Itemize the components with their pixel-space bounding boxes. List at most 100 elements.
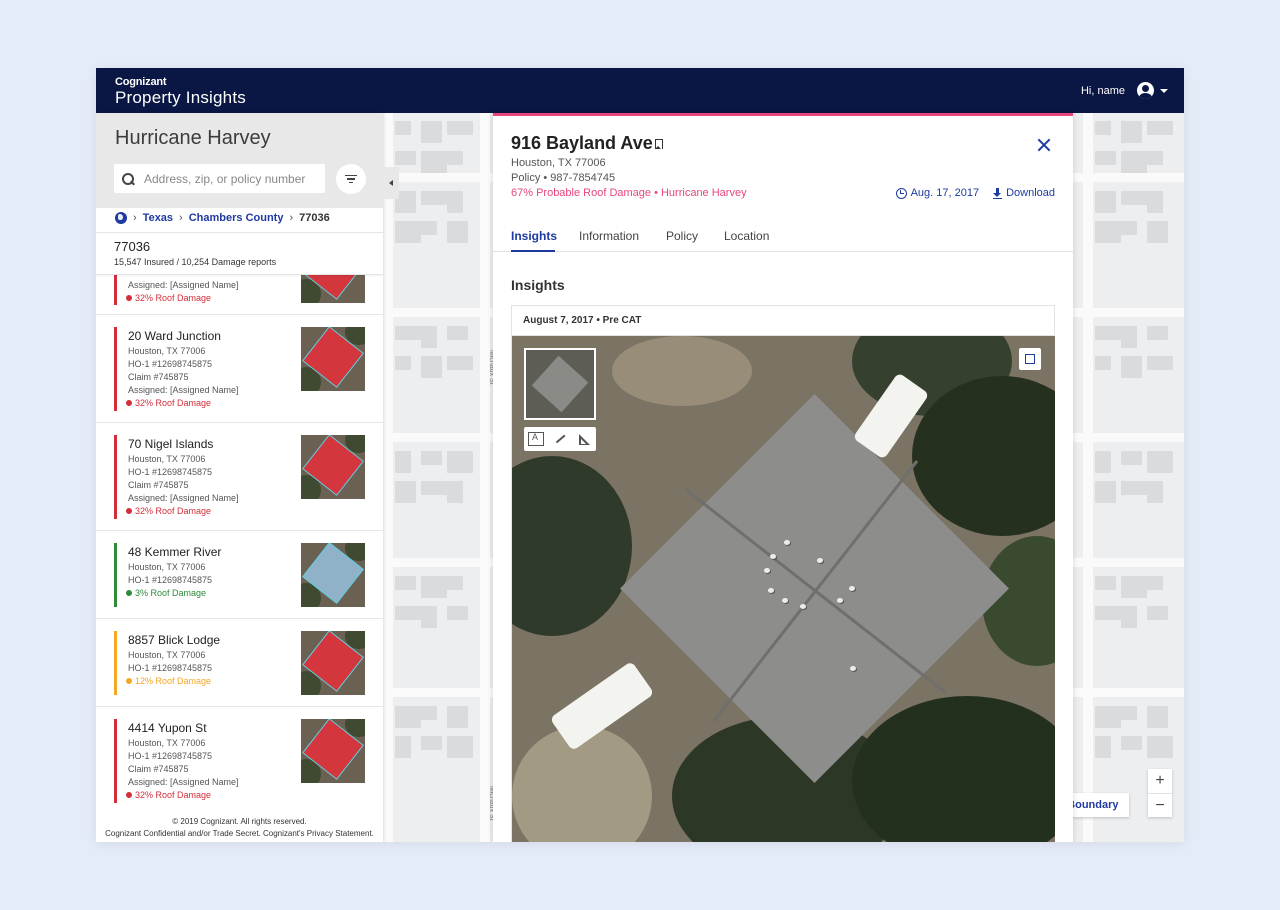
tab-information[interactable]: Information (579, 229, 639, 243)
building-footprint (1121, 576, 1147, 598)
damage-label: 32% Roof Damage (135, 293, 212, 303)
hail-mark (800, 604, 806, 609)
hail-mark (849, 586, 855, 591)
building-footprint (395, 451, 411, 473)
building-footprint (447, 706, 468, 728)
claim-card[interactable]: 8857 Blick Lodge Houston, TX 77006 HO-1 #1… (96, 619, 383, 707)
building-footprint (1121, 151, 1147, 173)
building-footprint (447, 736, 473, 758)
property-thumbnail[interactable] (301, 631, 365, 695)
download-button[interactable]: Download (993, 187, 1055, 199)
building-footprint (447, 221, 468, 243)
road (1083, 113, 1093, 842)
history-date-button[interactable]: Aug. 17, 2017 (895, 187, 979, 199)
claim-detail-line: Houston, TX 77006 (128, 650, 206, 660)
detail-actions: Aug. 17, 2017 Download (895, 187, 1055, 199)
damage-label: 12% Roof Damage (135, 676, 212, 686)
claim-detail-line: HO-1 #12698745875 (128, 467, 213, 477)
building-footprint (1121, 606, 1137, 628)
copyright-text: © 2019 Cognizant. All rights reserved. (172, 817, 307, 826)
building-footprint (1121, 736, 1142, 750)
zoom-in-button[interactable]: + (1148, 769, 1172, 793)
claim-address: 4414 Yupon St (128, 721, 207, 735)
claim-card[interactable]: 4414 Yupon St Houston, TX 77006 HO-1 #1269… (96, 707, 383, 815)
section-title: Insights (511, 277, 565, 293)
property-thumbnail[interactable] (301, 327, 365, 391)
active-tab-indicator (511, 250, 555, 252)
breadcrumb-county[interactable]: Chambers County (189, 212, 284, 224)
hail-mark (768, 588, 774, 593)
damage-label: 3% Roof Damage (135, 588, 207, 598)
legal-text[interactable]: Cognizant Confidential and/or Trade Secr… (96, 828, 383, 840)
claim-card[interactable]: 48 Kemmer River Houston, TX 77006 HO-1 #12… (96, 531, 383, 619)
zip-title: 77036 (114, 239, 151, 254)
hail-mark (782, 598, 788, 603)
status-dot-icon (126, 295, 132, 301)
building-footprint (447, 356, 473, 370)
building-footprint (395, 576, 416, 590)
status-bar (114, 327, 117, 411)
claim-detail-line: Houston, TX 77006 (128, 562, 206, 572)
damage-status: 32% Roof Damage (126, 790, 211, 800)
zoom-controls: + − (1148, 769, 1172, 817)
damage-status: 12% Roof Damage (126, 676, 211, 686)
breadcrumb-state[interactable]: Texas (143, 212, 173, 224)
download-label: Download (1006, 187, 1055, 199)
bookmark-icon[interactable] (655, 139, 663, 149)
close-icon[interactable] (1037, 138, 1051, 152)
building-footprint (395, 706, 421, 728)
tab-policy[interactable]: Policy (666, 229, 698, 243)
building-footprint (1095, 481, 1116, 503)
search-box[interactable] (114, 164, 325, 193)
line-tool-icon[interactable] (552, 432, 568, 446)
fullscreen-button[interactable] (1019, 348, 1041, 370)
building-footprint (1095, 706, 1121, 728)
claim-detail-line: HO-1 #12698745875 (128, 575, 213, 585)
hail-mark (784, 540, 790, 545)
building-footprint (447, 576, 463, 590)
filter-button[interactable] (336, 164, 366, 194)
download-icon-base (993, 197, 1003, 199)
tree-canopy (852, 696, 1055, 842)
claim-card[interactable]: 20 Ward Junction Houston, TX 77006 HO-1 #1… (96, 315, 383, 423)
mini-map[interactable] (524, 348, 596, 420)
building-footprint (421, 576, 447, 598)
collapse-sidebar-button[interactable] (383, 167, 399, 199)
building-footprint (395, 151, 416, 165)
sidebar-header: Hurricane Harvey (96, 113, 383, 208)
angle-tool-icon[interactable] (576, 432, 592, 446)
claim-address: 20 Ward Junction (128, 329, 221, 343)
status-dot-icon (126, 792, 132, 798)
tab-location[interactable]: Location (724, 229, 769, 243)
damage-label: 32% Roof Damage (135, 790, 212, 800)
user-menu[interactable]: Hi, name (1081, 82, 1168, 99)
claim-detail-line: Claim #745875 (128, 480, 189, 490)
property-thumbnail[interactable] (301, 435, 365, 499)
globe-icon[interactable] (115, 212, 127, 224)
building-footprint (421, 451, 442, 465)
claim-detail-line: Assigned: [Assigned Name] (128, 385, 239, 395)
chevron-right-icon: › (179, 212, 183, 224)
building-footprint (1121, 326, 1137, 348)
building-footprint (1121, 481, 1147, 495)
claim-detail-line: Claim #745875 (128, 764, 189, 774)
account-icon (1137, 82, 1154, 99)
tab-insights[interactable]: Insights (511, 229, 557, 243)
building-footprint (447, 481, 463, 503)
building-footprint (395, 736, 411, 758)
area-tool-icon[interactable] (528, 432, 544, 446)
building-footprint (1095, 356, 1111, 370)
building-footprint (421, 221, 437, 235)
claim-card[interactable]: 70 Nigel Islands Houston, TX 77006 HO-1 #1… (96, 423, 383, 531)
property-thumbnail[interactable] (301, 543, 365, 607)
zoom-out-button[interactable]: − (1148, 793, 1172, 817)
status-bar (114, 543, 117, 607)
aerial-image[interactable] (512, 336, 1055, 842)
status-dot-icon (126, 508, 132, 514)
damage-status: 3% Roof Damage (126, 588, 206, 598)
damage-label: 32% Roof Damage (135, 398, 212, 408)
claim-address: 48 Kemmer River (128, 545, 222, 559)
top-bar: Cognizant Property Insights Hi, name (96, 68, 1184, 113)
property-thumbnail[interactable] (301, 719, 365, 783)
search-input[interactable] (144, 171, 324, 186)
